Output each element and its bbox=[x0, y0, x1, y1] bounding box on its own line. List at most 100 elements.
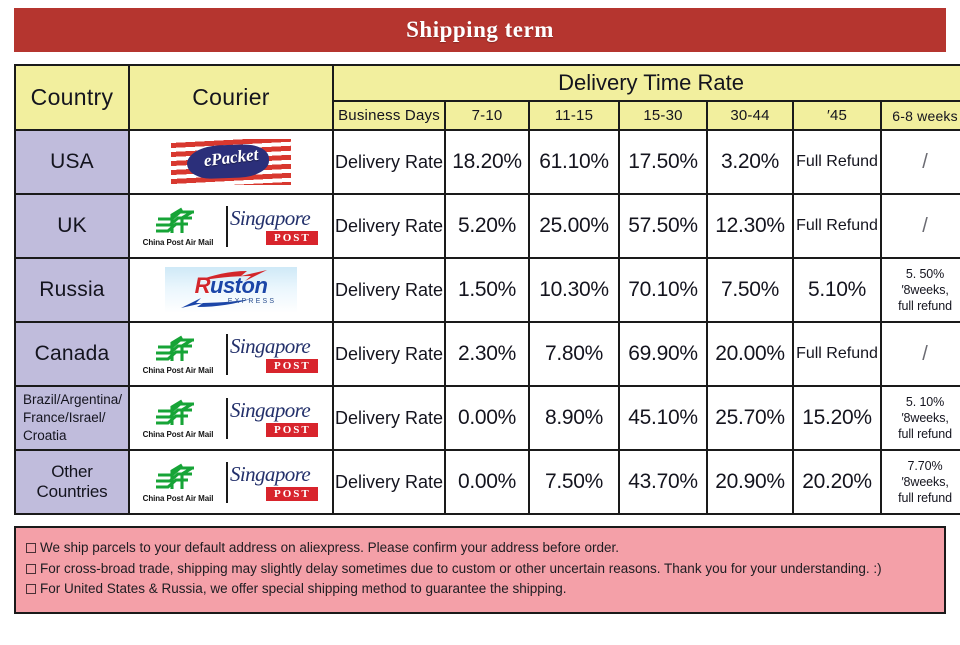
table-row-russia: Russia Ruston EXPRESS Delivery Rate 1.50… bbox=[14, 257, 960, 323]
rate-cell-30-44: 25.70% bbox=[706, 385, 794, 451]
shipping-rate-table: Country Courier Delivery Time Rate Busin… bbox=[14, 64, 960, 515]
rate-cell-30-44: 20.00% bbox=[706, 321, 794, 387]
courier-cell: China Post Air Mail Singapore POST bbox=[128, 385, 334, 451]
country-label: Russia bbox=[39, 278, 105, 301]
china-post-icon: China Post Air Mail bbox=[130, 206, 226, 247]
singapore-post-logo: Singapore POST bbox=[226, 333, 332, 375]
rate-cell-over-45: 5.10% bbox=[792, 257, 882, 323]
rate-cell-6-8-weeks: / bbox=[879, 193, 960, 259]
table-row-canada: Canada China Post Air Mail Singapore POS… bbox=[14, 321, 960, 387]
singapore-post-script: Singapore bbox=[230, 397, 311, 422]
rate-value: / bbox=[922, 214, 928, 237]
rate-cell-15-30: 57.50% bbox=[618, 193, 708, 259]
rate-value: 20.90% bbox=[715, 470, 785, 493]
china-post-icon: China Post Air Mail bbox=[130, 462, 226, 503]
table-row-usa: USA ePacket Delivery Rate 18.20% 61.10% … bbox=[14, 129, 960, 195]
rate-cell-6-8-weeks: / bbox=[879, 129, 960, 195]
epacket-flag-icon: ePacket bbox=[171, 139, 291, 185]
rate-cell-11-15: 10.30% bbox=[528, 257, 620, 323]
courier-cell: ePacket bbox=[128, 129, 334, 195]
rate-cell-6-8-weeks: 7.70% ′8weeks, full refund bbox=[879, 449, 960, 515]
china-post-icon: China Post Air Mail bbox=[130, 398, 226, 439]
rate-value: 17.50% bbox=[628, 150, 698, 173]
country-cell: Other Countries bbox=[14, 449, 130, 515]
rate-value: Full Refund bbox=[796, 153, 878, 170]
checkbox-icon bbox=[26, 584, 36, 595]
china-post-caption: China Post Air Mail bbox=[142, 237, 214, 247]
singapore-post-box: POST bbox=[266, 230, 318, 245]
table-row-uk: UK China Post Air Mail Singapore POST De… bbox=[14, 193, 960, 259]
china-post-caption: China Post Air Mail bbox=[142, 365, 214, 375]
courier-logo-group: Ruston EXPRESS bbox=[130, 267, 332, 313]
note-text: We ship parcels to your default address … bbox=[40, 540, 620, 555]
rate-cell-11-15: 7.80% bbox=[528, 321, 620, 387]
rate-label-cell: Delivery Rate bbox=[332, 129, 446, 195]
courier-logo-group: China Post Air Mail Singapore POST bbox=[130, 205, 332, 247]
rate-label-cell: Delivery Rate bbox=[332, 193, 446, 259]
country-cell: Canada bbox=[14, 321, 130, 387]
china-post-emblem-icon bbox=[156, 463, 194, 489]
rate-value: 25.00% bbox=[539, 214, 609, 237]
rate-value: 10.30% bbox=[539, 278, 609, 301]
column-header-15-30: 15-30 bbox=[618, 100, 708, 131]
country-cell: Russia bbox=[14, 257, 130, 323]
checkbox-icon bbox=[26, 543, 36, 553]
column-header-11-15: 11-15 bbox=[528, 100, 620, 131]
rate-value: 5.10% bbox=[807, 278, 867, 301]
shipping-notes-panel: We ship parcels to your default address … bbox=[14, 526, 946, 614]
rate-cell-11-15: 61.10% bbox=[528, 129, 620, 195]
courier-logo-group: China Post Air Mail Singapore POST bbox=[130, 397, 332, 439]
rate-value: Full Refund bbox=[796, 345, 878, 362]
singapore-post-box: POST bbox=[266, 486, 318, 501]
rate-note: 5. 50% ′8weeks, full refund bbox=[898, 267, 952, 313]
rate-cell-30-44: 3.20% bbox=[706, 129, 794, 195]
rate-label-cell: Delivery Rate bbox=[332, 385, 446, 451]
rate-label-cell: Delivery Rate bbox=[332, 321, 446, 387]
rate-cell-over-45: Full Refund bbox=[792, 321, 882, 387]
column-header-6-8-weeks: 6-8 weeks bbox=[879, 100, 960, 131]
rate-label-cell: Delivery Rate bbox=[332, 449, 446, 515]
courier-cell: Ruston EXPRESS bbox=[128, 257, 334, 323]
rate-note: 5. 10% ′8weeks, full refund bbox=[898, 395, 952, 441]
courier-logo-group: China Post Air Mail Singapore POST bbox=[130, 461, 332, 503]
rate-label: Delivery Rate bbox=[334, 151, 444, 172]
note-text: For United States & Russia, we offer spe… bbox=[40, 581, 567, 597]
courier-cell: China Post Air Mail Singapore POST bbox=[128, 449, 334, 515]
rate-cell-6-8-weeks: 5. 10% ′8weeks, full refund bbox=[879, 385, 960, 451]
rate-cell-15-30: 70.10% bbox=[618, 257, 708, 323]
rate-cell-7-10: 2.30% bbox=[444, 321, 530, 387]
singapore-post-logo: Singapore POST bbox=[226, 205, 332, 247]
rate-cell-over-45: Full Refund bbox=[792, 129, 882, 195]
singapore-post-icon: Singapore POST bbox=[228, 397, 332, 437]
china-post-logo: China Post Air Mail bbox=[130, 334, 226, 375]
column-header-courier: Courier bbox=[128, 64, 334, 131]
rate-cell-over-45: Full Refund bbox=[792, 193, 882, 259]
rate-value: 20.00% bbox=[715, 342, 785, 365]
rate-cell-7-10: 5.20% bbox=[444, 193, 530, 259]
column-header-country: Country bbox=[14, 64, 130, 131]
ruston-express-logo: Ruston EXPRESS bbox=[130, 267, 332, 313]
country-cell: Brazil/Argentina/ France/Israel/ Croatia bbox=[14, 385, 130, 451]
rate-cell-30-44: 20.90% bbox=[706, 449, 794, 515]
shipping-rate-table-wrapper: Country Courier Delivery Time Rate Busin… bbox=[14, 64, 960, 515]
rate-cell-over-45: 15.20% bbox=[792, 385, 882, 451]
rate-value: Full Refund bbox=[796, 217, 878, 234]
ruston-wordmark: Ruston bbox=[195, 275, 268, 297]
china-post-logo: China Post Air Mail bbox=[130, 206, 226, 247]
china-post-caption: China Post Air Mail bbox=[142, 493, 214, 503]
rate-value: 15.20% bbox=[802, 406, 872, 429]
rate-label: Delivery Rate bbox=[334, 407, 444, 428]
rate-value: 20.20% bbox=[802, 470, 872, 493]
singapore-post-script: Singapore bbox=[230, 205, 311, 230]
table-row-other-countries: Other Countries China Post Air Mail Sing… bbox=[14, 449, 960, 515]
rate-value: 7.80% bbox=[544, 342, 604, 365]
table-row-brazil-group: Brazil/Argentina/ France/Israel/ Croatia bbox=[14, 385, 960, 451]
country-label: UK bbox=[57, 214, 87, 237]
rate-cell-11-15: 7.50% bbox=[528, 449, 620, 515]
singapore-post-icon: Singapore POST bbox=[228, 463, 332, 501]
note-item: We ship parcels to your default address … bbox=[26, 538, 934, 559]
rate-value: / bbox=[922, 342, 928, 365]
ruston-rest: uston bbox=[210, 273, 268, 298]
rate-value: 25.70% bbox=[715, 406, 785, 429]
rate-value: 70.10% bbox=[628, 278, 698, 301]
